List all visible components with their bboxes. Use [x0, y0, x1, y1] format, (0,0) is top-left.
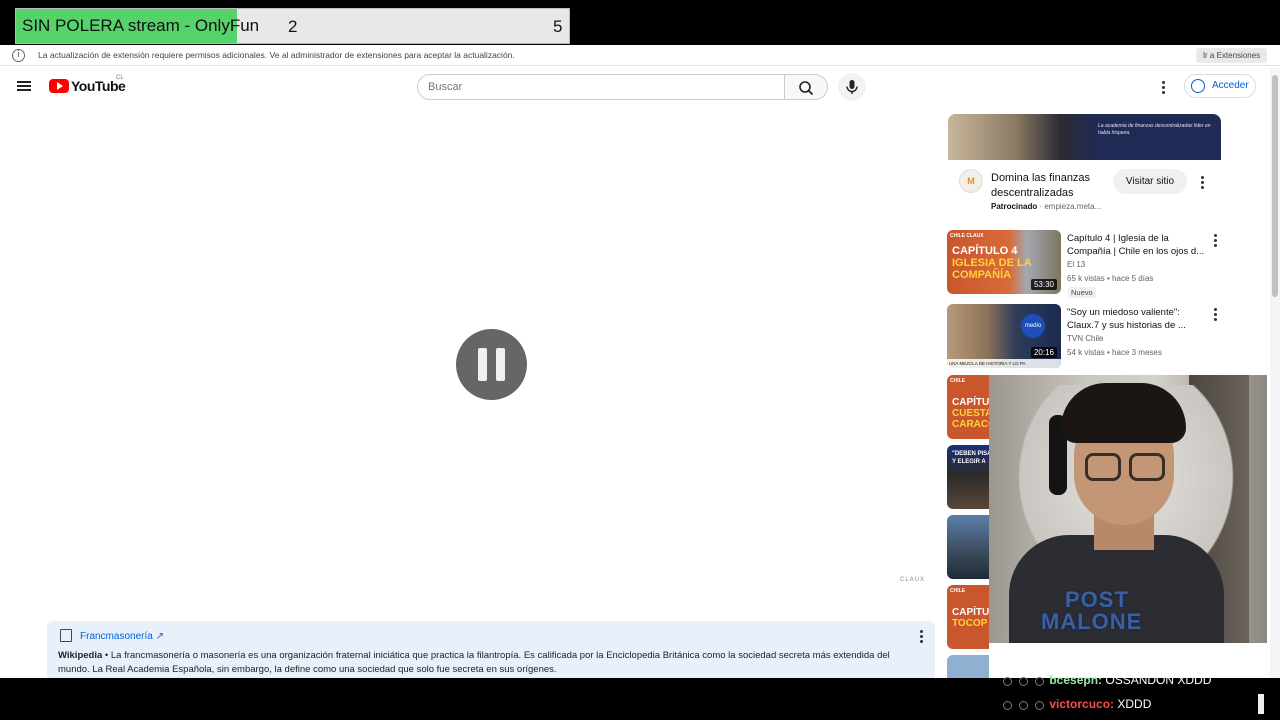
- ad-banner-text: La academia de finanzas descentralizadas…: [1098, 123, 1211, 136]
- ad-more-icon[interactable]: [1198, 175, 1208, 189]
- chat-scrollbar: [1258, 694, 1264, 714]
- poll-count-right: 5: [553, 17, 563, 36]
- stream-poll-bar: SIN POLERA stream - OnlyFun 2 5: [15, 8, 570, 44]
- video-title[interactable]: "Soy un miedoso valiente": Claux.7 y sus…: [1067, 306, 1207, 332]
- new-badge: Nuevo: [1068, 287, 1096, 298]
- advertiser-logo-icon[interactable]: M: [959, 169, 983, 193]
- pause-button[interactable]: [456, 329, 527, 400]
- thumbnail-text: CAPÍTU: [952, 607, 989, 618]
- video-stats: 65 k vistas • hace 5 días: [1067, 274, 1154, 283]
- country-code: CL: [116, 75, 124, 81]
- ad-banner-image[interactable]: La academia de finanzas descentralizadas…: [948, 114, 1221, 160]
- thumbnail-text: IGLESIA DE LA: [952, 257, 1032, 269]
- search-button[interactable]: [785, 74, 828, 100]
- recommended-video[interactable]: medio UNA MEZCLA DE HISTORIA Y LO PA 20:…: [947, 304, 1222, 370]
- chat-message: victorcuco: XDDD: [1000, 697, 1151, 711]
- thumbnail-text: CARACO: [952, 419, 989, 430]
- glasses-icon: [1085, 453, 1121, 481]
- sponsored-label: Patrocinado: [991, 202, 1038, 211]
- hamburger-menu-icon[interactable]: [17, 81, 31, 91]
- thumbnail-text: TOCOP: [952, 618, 988, 629]
- video-thumbnail[interactable]: [947, 515, 989, 579]
- badge-icon: [1019, 700, 1028, 710]
- settings-menu-icon[interactable]: [1158, 78, 1170, 96]
- info-panel-link-label[interactable]: Francmasonería: [80, 631, 153, 642]
- pause-icon-bar: [496, 348, 505, 381]
- thumbnail-text: Y ELEGIR A: [952, 459, 986, 465]
- badge-icon: [1003, 700, 1012, 710]
- chat-message: bcesepn: OSSANDON XDDD: [1000, 673, 1211, 687]
- info-panel-source: Wikipedia: [58, 650, 103, 661]
- account-icon: [1191, 79, 1205, 93]
- channel-name[interactable]: El 13: [1067, 260, 1085, 269]
- thumbnail-text: CUESTA: [952, 408, 989, 419]
- streamer-hair: [1061, 383, 1186, 443]
- ad-domain: empieza.meta...: [1044, 202, 1102, 211]
- external-link-icon: ↗: [155, 631, 164, 642]
- youtube-logo-play-icon: [57, 82, 63, 90]
- chat-message-text: asdjklhasdgasdhgaskld: [1000, 649, 1125, 663]
- info-icon: i: [12, 49, 25, 62]
- poll-title: SIN POLERA stream - OnlyFun: [22, 16, 260, 35]
- badge-icon: [1003, 676, 1012, 686]
- info-panel-link[interactable]: Francmasonería ↗: [80, 631, 164, 642]
- shirt-print: POST MALONE: [1041, 589, 1142, 633]
- ad-banner-photo: [948, 114, 1098, 160]
- chat-username: victorcuco:: [1049, 697, 1115, 711]
- chat-message-text: OSSANDON XDDD: [1105, 673, 1212, 687]
- page-scrollbar-thumb[interactable]: [1272, 75, 1278, 297]
- search-input[interactable]: [428, 78, 768, 96]
- badge-icon: [1035, 676, 1044, 686]
- thumbnail-text: COMPAÑÍA: [952, 269, 1012, 281]
- chat-badges: [1000, 699, 1046, 711]
- video-thumbnail[interactable]: [947, 655, 989, 678]
- info-panel-more-icon[interactable]: [918, 629, 926, 643]
- badge-icon: [1035, 700, 1044, 710]
- thumbnail-logo: medio: [1021, 314, 1045, 338]
- poll-count-left: 2: [288, 17, 298, 36]
- info-panel-body: La francmasonería o masonería es una org…: [58, 650, 890, 675]
- ad-meta: Patrocinado · empieza.meta...: [991, 202, 1102, 211]
- thumbnail-caption: UNA MEZCLA DE HISTORIA Y LO PA: [947, 359, 1061, 368]
- video-duration: 20:16: [1030, 347, 1057, 358]
- badge-icon: [1019, 676, 1028, 686]
- voice-search-button[interactable]: [838, 73, 866, 101]
- article-icon: [60, 629, 72, 642]
- search-icon: [799, 81, 814, 96]
- signin-label: Acceder: [1212, 80, 1249, 91]
- infobar-message: La actualización de extensión requiere p…: [38, 50, 515, 60]
- video-watermark: CLAUX: [900, 577, 926, 583]
- info-panel-text: Wikipedia • La francmasonería o masonerí…: [58, 650, 890, 675]
- video-title[interactable]: Capítulo 4 | Iglesia de la Compañía | Ch…: [1067, 232, 1207, 258]
- chat-badges: [1000, 675, 1046, 687]
- video-thumbnail[interactable]: CHILE CAPÍTU TOCOP: [947, 585, 989, 649]
- thumbnail-text: CAPÍTU: [952, 397, 989, 408]
- streamer-webcam: POST MALONE: [989, 375, 1267, 643]
- video-more-icon[interactable]: [1212, 307, 1220, 321]
- thumbnail-corner-label: CHILE CLAUX: [950, 233, 984, 239]
- recommended-video[interactable]: CHILE CLAUX CAPÍTULO 4 IGLESIA DE LA COM…: [947, 230, 1222, 298]
- video-stats: 54 k vistas • hace 3 meses: [1067, 348, 1162, 357]
- go-to-extensions-button[interactable]: Ir a Extensiones: [1196, 48, 1267, 63]
- glasses-lens: [1129, 453, 1165, 481]
- chat-username: bcesepn:: [1049, 673, 1103, 687]
- video-thumbnail[interactable]: "DEBEN PISA Y ELEGIR A: [947, 445, 989, 509]
- thumbnail-corner-label: CHILE: [950, 588, 965, 594]
- shirt-print-line: POST: [1065, 587, 1129, 612]
- shirt-print-line: MALONE: [1041, 609, 1143, 634]
- extension-infobar: i La actualización de extensión requiere…: [0, 45, 1280, 66]
- channel-name[interactable]: TVN Chile: [1067, 334, 1103, 343]
- video-duration: 53:30: [1030, 279, 1057, 290]
- thumbnail-corner-label: CHILE: [950, 378, 965, 384]
- thumbnail-text: CAPÍTULO 4: [952, 245, 1018, 257]
- video-thumbnail[interactable]: medio UNA MEZCLA DE HISTORIA Y LO PA 20:…: [947, 304, 1061, 368]
- chat-message-text: XDDD: [1117, 697, 1152, 711]
- video-more-icon[interactable]: [1212, 233, 1220, 247]
- video-thumbnail[interactable]: CHILE CAPÍTU CUESTA CARACO: [947, 375, 989, 439]
- ad-title[interactable]: Domina las finanzas descentralizadas: [991, 171, 1111, 201]
- microphone-icon: [846, 80, 858, 94]
- pause-icon: [478, 348, 487, 381]
- visit-site-button[interactable]: Visitar sitio: [1113, 169, 1187, 194]
- video-thumbnail[interactable]: CHILE CLAUX CAPÍTULO 4 IGLESIA DE LA COM…: [947, 230, 1061, 294]
